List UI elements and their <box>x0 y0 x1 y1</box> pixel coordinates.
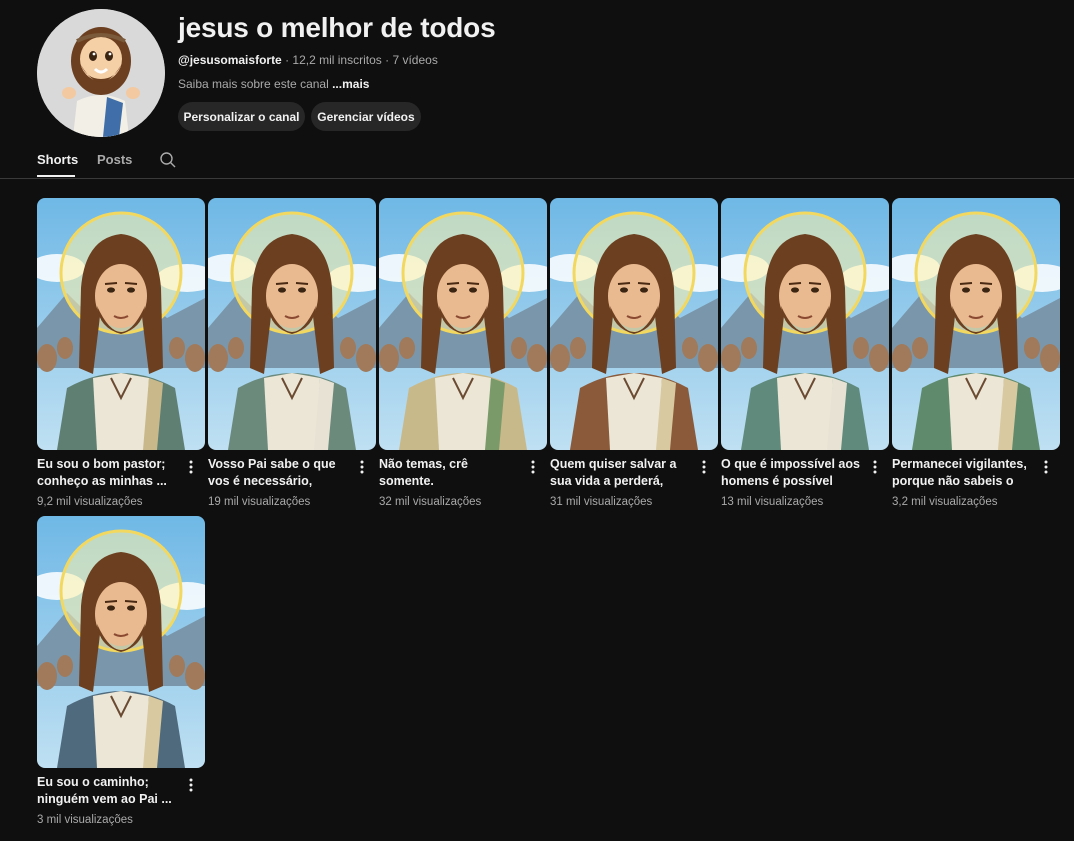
channel-avatar[interactable] <box>37 9 165 137</box>
about-more-link[interactable]: ...mais <box>332 77 369 91</box>
tab-shorts[interactable]: Shorts <box>37 152 78 167</box>
short-title[interactable]: Eu sou o caminho; ninguém vem ao Pai ... <box>37 774 177 808</box>
short-title[interactable]: Vosso Pai sabe o que vos é necessário, a… <box>208 456 348 490</box>
channel-meta: @jesusomaisforte · 12,2 mil inscritos · … <box>178 53 438 67</box>
short-view-count: 19 mil visualizações <box>208 496 311 508</box>
manage-videos-button[interactable]: Gerenciar vídeos <box>311 102 421 131</box>
short-title[interactable]: Eu sou o bom pastor; conheço as minhas .… <box>37 456 177 490</box>
short-thumbnail[interactable] <box>550 198 718 450</box>
tab-selected-indicator <box>37 175 75 177</box>
more-options-icon[interactable] <box>185 776 197 794</box>
short-view-count: 9,2 mil visualizações <box>37 496 143 508</box>
short-view-count: 32 mil visualizações <box>379 496 482 508</box>
short-thumbnail[interactable] <box>37 516 205 768</box>
subscriber-count: · 12,2 mil inscritos <box>285 53 382 67</box>
jesus-cartoon-avatar-icon <box>37 9 165 137</box>
channel-about[interactable]: Saiba mais sobre este canal ...mais <box>178 77 369 91</box>
short-view-count: 3 mil visualizações <box>37 814 133 826</box>
short-title[interactable]: Permanecei vigilantes, porque não sabeis… <box>892 456 1032 490</box>
short-thumbnail[interactable] <box>721 198 889 450</box>
short-view-count: 31 mil visualizações <box>550 496 653 508</box>
short-title[interactable]: Não temas, crê somente. <box>379 456 519 490</box>
short-thumbnail[interactable] <box>379 198 547 450</box>
short-thumbnail[interactable] <box>208 198 376 450</box>
video-count: · 7 vídeos <box>385 53 438 67</box>
channel-tabs: Shorts Posts <box>0 140 1074 179</box>
channel-name: jesus o melhor de todos <box>178 12 496 43</box>
search-icon[interactable] <box>159 151 177 169</box>
short-title[interactable]: O que é impossível aos homens é possível… <box>721 456 861 490</box>
short-title[interactable]: Quem quiser salvar a sua vida a perderá,… <box>550 456 690 490</box>
more-options-icon[interactable] <box>1040 458 1052 476</box>
channel-handle: @jesusomaisforte <box>178 53 282 67</box>
customize-channel-button[interactable]: Personalizar o canal <box>178 102 305 131</box>
more-options-icon[interactable] <box>698 458 710 476</box>
more-options-icon[interactable] <box>185 458 197 476</box>
tab-posts[interactable]: Posts <box>97 152 132 167</box>
short-thumbnail[interactable] <box>892 198 1060 450</box>
short-thumbnail[interactable] <box>37 198 205 450</box>
about-text: Saiba mais sobre este canal <box>178 77 329 91</box>
more-options-icon[interactable] <box>356 458 368 476</box>
short-view-count: 3,2 mil visualizações <box>892 496 998 508</box>
more-options-icon[interactable] <box>869 458 881 476</box>
more-options-icon[interactable] <box>527 458 539 476</box>
short-view-count: 13 mil visualizações <box>721 496 824 508</box>
channel-header: jesus o melhor de todos @jesusomaisforte… <box>0 0 1074 140</box>
